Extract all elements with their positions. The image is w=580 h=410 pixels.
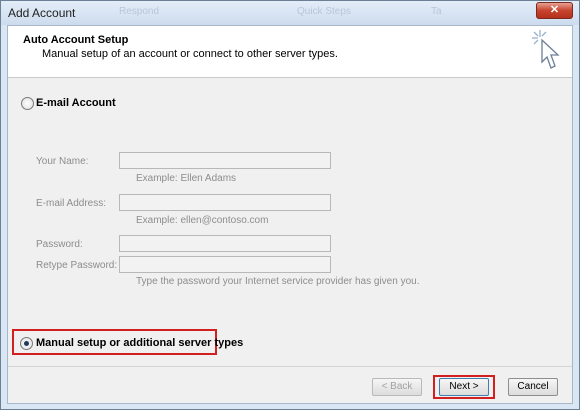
email-account-radio[interactable] [21, 97, 34, 110]
background-title-respond: Respond [119, 6, 160, 17]
email-address-hint: Example: ellen@contoso.com [136, 215, 269, 226]
email-account-label[interactable]: E-mail Account [36, 97, 116, 109]
password-label: Password: [36, 239, 83, 250]
password-hint: Type the password your Internet service … [136, 276, 420, 287]
your-name-label: Your Name: [36, 156, 89, 167]
page-title: Auto Account Setup [23, 34, 129, 46]
background-title-quick-steps: Quick Steps [297, 6, 351, 17]
manual-setup-label[interactable]: Manual setup or additional server types [36, 337, 243, 349]
dialog-body: Auto Account Setup Manual setup of an ac… [7, 25, 573, 404]
manual-setup-radio[interactable] [20, 337, 33, 350]
retype-password-field[interactable] [119, 256, 331, 273]
email-address-field[interactable] [119, 194, 331, 211]
back-button[interactable]: < Back [372, 378, 422, 396]
cursor-sparkle-icon [532, 30, 560, 69]
page-subtitle: Manual setup of an account or connect to… [42, 48, 338, 60]
password-field[interactable] [119, 235, 331, 252]
add-account-dialog: Add Account Respond Quick Steps Ta ✕ Aut… [0, 0, 580, 410]
wizard-header: Auto Account Setup Manual setup of an ac… [8, 26, 572, 78]
email-address-label: E-mail Address: [36, 198, 107, 209]
close-icon: ✕ [549, 4, 560, 16]
your-name-hint: Example: Ellen Adams [136, 173, 237, 184]
background-title-ta: Ta [431, 6, 442, 17]
your-name-field[interactable] [119, 152, 331, 169]
retype-password-label: Retype Password: [36, 260, 118, 271]
footer-separator [8, 366, 572, 367]
cancel-button[interactable]: Cancel [508, 378, 558, 396]
window-title: Add Account [8, 6, 76, 20]
next-button[interactable]: Next > [439, 378, 489, 396]
close-button[interactable]: ✕ [536, 2, 573, 19]
title-bar[interactable]: Add Account Respond Quick Steps Ta ✕ [1, 1, 579, 25]
